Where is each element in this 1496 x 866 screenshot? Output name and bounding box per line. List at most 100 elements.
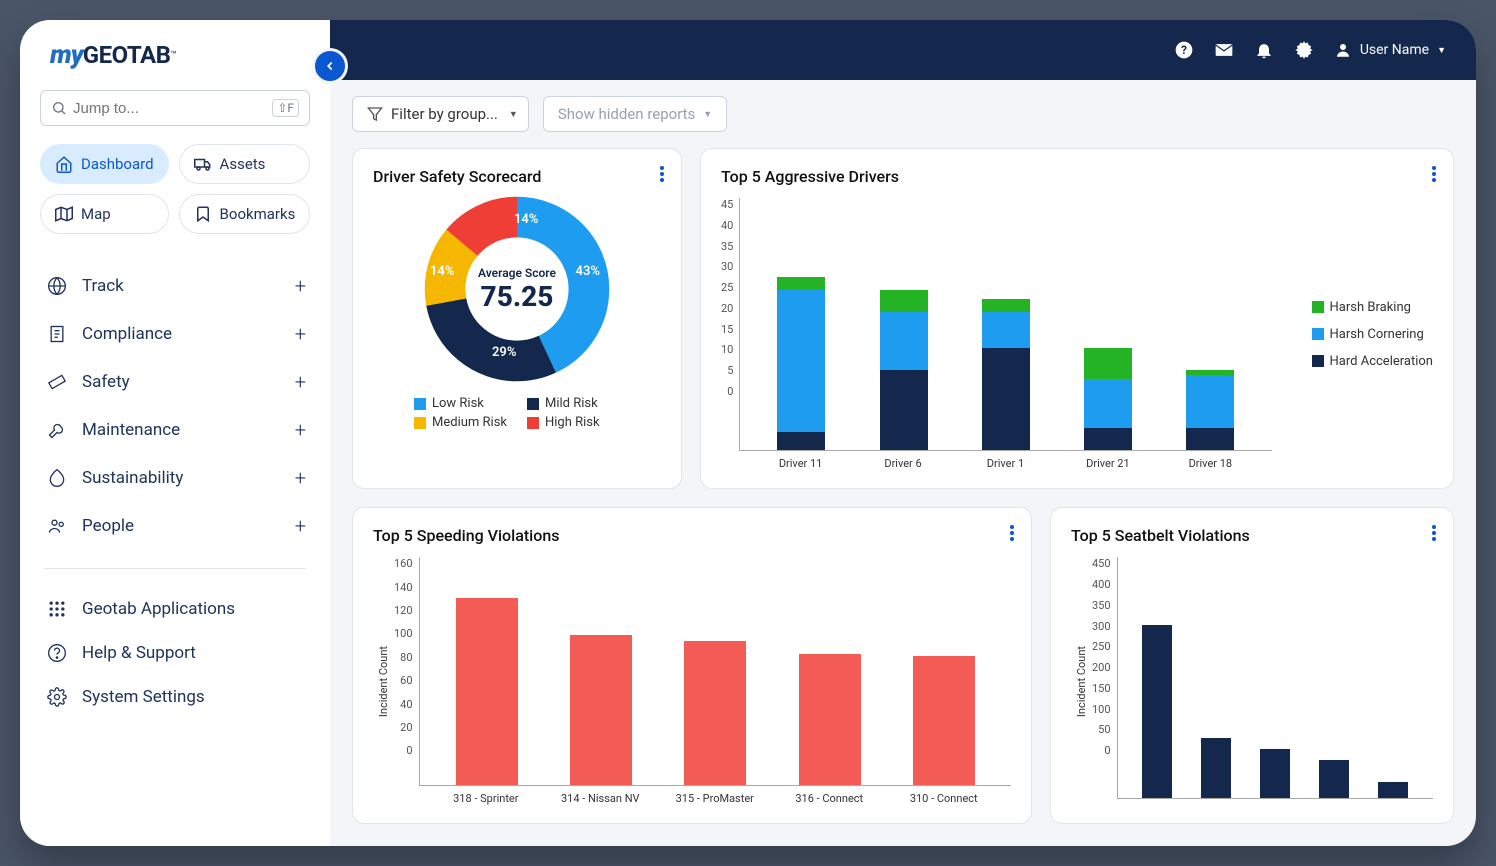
grid-icon (44, 599, 70, 619)
y-axis-label: Incident Count (1071, 646, 1092, 717)
help-icon (44, 643, 70, 663)
bookmark-icon (194, 205, 212, 223)
nav-track[interactable]: Track + (34, 262, 316, 310)
nav-system[interactable]: System Settings (34, 675, 316, 719)
expand-icon[interactable]: + (295, 274, 306, 298)
card-menu-button[interactable] (1431, 165, 1437, 187)
legend-label: Harsh Braking (1330, 300, 1411, 315)
show-hidden-reports-button[interactable]: Show hidden reports ▼ (543, 96, 727, 132)
pill-assets[interactable]: Assets (179, 144, 311, 184)
gear-icon (44, 687, 70, 707)
nav-compliance[interactable]: Compliance + (34, 310, 316, 358)
user-menu[interactable]: User Name ▼ (1334, 41, 1446, 59)
pill-label: Bookmarks (220, 205, 296, 223)
legend-label: Medium Risk (432, 415, 507, 430)
bell-icon[interactable] (1254, 40, 1274, 60)
card-menu-button[interactable] (659, 165, 665, 187)
pill-dashboard[interactable]: Dashboard (40, 144, 169, 184)
map-icon (55, 205, 73, 223)
funnel-icon (367, 106, 383, 122)
donut-legend: Low Risk Mild Risk Medium Risk High Risk (414, 396, 620, 430)
chevron-down-icon: ▼ (509, 109, 518, 120)
nav-applications[interactable]: Geotab Applications (34, 587, 316, 631)
filter-group-dropdown[interactable]: ▼ (499, 96, 529, 132)
topbar: ? User Name ▼ (330, 20, 1476, 80)
donut-chart: Average Score 75.25 43% 29% 14% 14% (422, 194, 612, 384)
nav-label: People (82, 516, 295, 536)
expand-icon[interactable]: + (295, 466, 306, 490)
mail-icon[interactable] (1214, 40, 1234, 60)
donut-pct-medium: 14% (430, 264, 454, 279)
search-shortcut: ⇧F (272, 99, 299, 117)
nav-maintenance[interactable]: Maintenance + (34, 406, 316, 454)
card-title: Top 5 Speeding Violations (373, 526, 1011, 545)
collapse-sidebar-button[interactable] (312, 48, 348, 84)
expand-icon[interactable]: + (295, 514, 306, 538)
nav-label: Compliance (82, 324, 295, 344)
expand-icon[interactable]: + (295, 322, 306, 346)
people-icon (44, 516, 70, 536)
pill-label: Map (81, 205, 111, 223)
leaf-icon (44, 468, 70, 488)
aggressive-bar-chart: 454035302520151050 Driver 11Driver 6Driv… (721, 198, 1272, 470)
nav-people[interactable]: People + (34, 502, 316, 550)
jump-to-search[interactable]: ⇧F (40, 90, 310, 126)
donut-pct-high: 14% (514, 212, 538, 227)
sidebar: my GEOTAB ™ ⇧F Dashboard Assets (20, 20, 330, 846)
donut-center-value: 75.25 (481, 280, 554, 313)
ruler-icon (44, 372, 70, 392)
receipt-icon (44, 324, 70, 344)
nav-label: Help & Support (82, 643, 306, 663)
nav-help[interactable]: Help & Support (34, 631, 316, 675)
legend-label: Hard Acceleration (1330, 354, 1433, 369)
filter-by-group-button[interactable]: Filter by group... (352, 96, 513, 132)
card-seatbelt-violations: Top 5 Seatbelt Violations Incident Count… (1050, 507, 1454, 824)
expand-icon[interactable]: + (295, 370, 306, 394)
nav-label: Sustainability (82, 468, 295, 488)
logo-suffix: GEOTAB (83, 41, 171, 69)
gear-icon[interactable] (1294, 40, 1314, 60)
wrench-icon (44, 420, 70, 440)
username: User Name (1360, 42, 1429, 58)
legend-label: High Risk (545, 415, 600, 430)
donut-center-label: Average Score (478, 266, 556, 280)
pill-label: Assets (220, 155, 266, 173)
filter-label: Filter by group... (391, 105, 498, 123)
pill-label: Dashboard (81, 155, 154, 173)
card-speeding-violations: Top 5 Speeding Violations Incident Count… (352, 507, 1032, 824)
pill-map[interactable]: Map (40, 194, 169, 234)
pill-bookmarks[interactable]: Bookmarks (179, 194, 311, 234)
card-aggressive-drivers: Top 5 Aggressive Drivers 454035302520151… (700, 148, 1454, 489)
donut-pct-mild: 29% (492, 345, 516, 360)
card-scorecard: Driver Safety Scorecard Average Score (352, 148, 682, 489)
legend-label: Mild Risk (545, 396, 598, 411)
card-menu-button[interactable] (1009, 524, 1015, 546)
home-icon (55, 155, 73, 173)
main: ? User Name ▼ Filter by group... ▼ (330, 20, 1476, 846)
nav-label: Safety (82, 372, 295, 392)
divider (44, 568, 306, 569)
logo: my GEOTAB ™ (20, 20, 330, 80)
svg-text:?: ? (1181, 43, 1187, 57)
app-frame: my GEOTAB ™ ⇧F Dashboard Assets (20, 20, 1476, 846)
logo-prefix: my (50, 40, 83, 70)
seatbelt-bar-chart: 450400350300250200150100500 (1092, 557, 1433, 805)
nav-safety[interactable]: Safety + (34, 358, 316, 406)
nav-label: Geotab Applications (82, 599, 306, 619)
y-axis-label: Incident Count (373, 646, 394, 717)
aggressive-legend: Harsh Braking Harsh Cornering Hard Accel… (1272, 198, 1433, 470)
legend-label: Harsh Cornering (1330, 327, 1424, 342)
nav-label: System Settings (82, 687, 306, 707)
filter-label: Show hidden reports (558, 105, 695, 123)
nav-sustainability[interactable]: Sustainability + (34, 454, 316, 502)
filter-row: Filter by group... ▼ Show hidden reports… (330, 80, 1476, 148)
nav-label: Track (82, 276, 295, 296)
globe-icon (44, 276, 70, 296)
nav-label: Maintenance (82, 420, 295, 440)
search-input[interactable] (73, 100, 272, 117)
expand-icon[interactable]: + (295, 418, 306, 442)
card-menu-button[interactable] (1431, 524, 1437, 546)
truck-icon (194, 155, 212, 173)
user-icon (1334, 41, 1352, 59)
help-icon[interactable]: ? (1174, 40, 1194, 60)
